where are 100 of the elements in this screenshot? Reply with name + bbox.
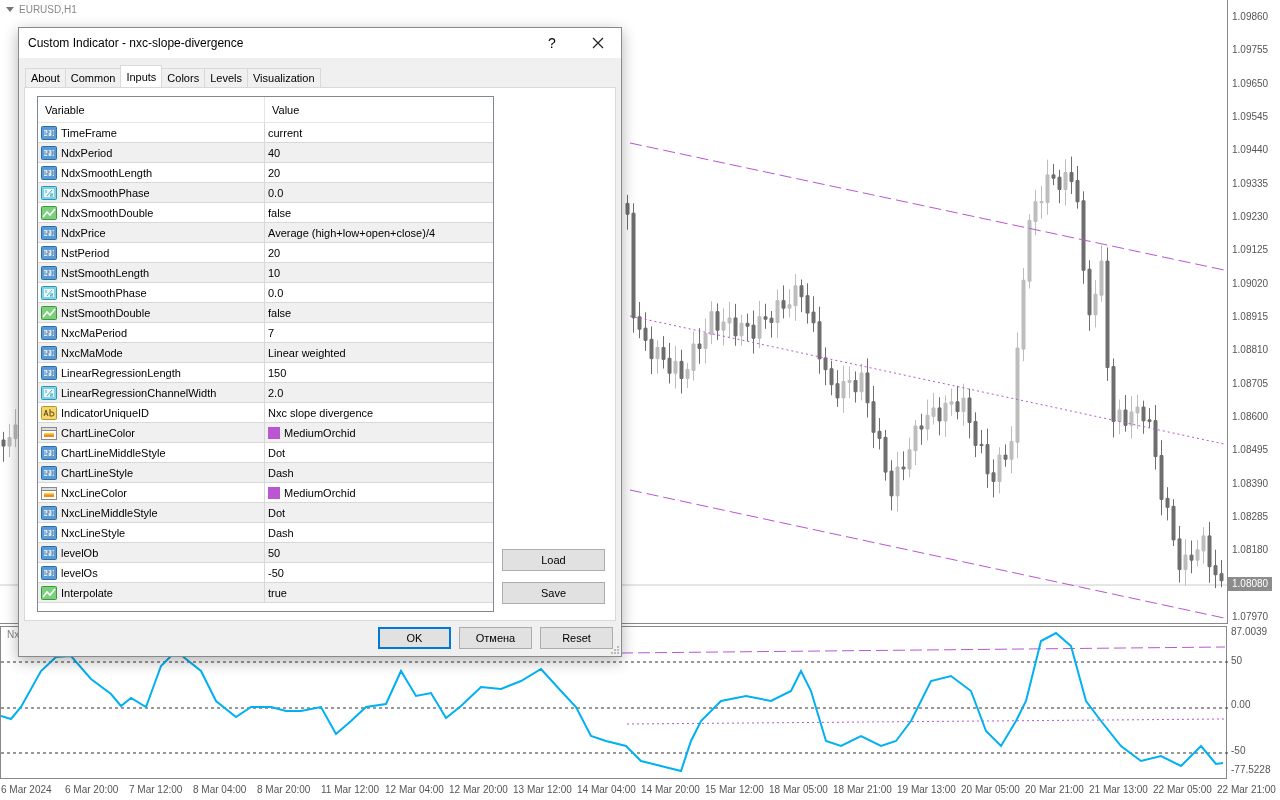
parameter-name: NstSmoothPhase [61,286,147,299]
parameter-name: ChartLineMiddleStyle [61,446,166,459]
time-label: 11 Mar 12:00 [321,784,381,795]
parameter-value[interactable]: Dot [268,446,286,459]
parameter-value[interactable]: Nxc slope divergence [268,406,374,419]
candlestick-drawing [1,408,18,463]
parameter-value[interactable]: current [268,126,303,139]
number-icon [41,465,57,480]
parameter-value[interactable]: Average (high+low+open+close)/4 [268,226,436,239]
time-label: 20 Mar 21:00 [1025,784,1085,795]
parameter-name: levelOs [61,566,98,579]
tab[interactable]: About [25,68,66,87]
time-label: 19 Mar 13:00 [897,784,957,795]
tab[interactable]: Visualization [246,68,321,87]
resize-grip-icon[interactable] [610,645,619,654]
parameter-value[interactable]: 2.0 [268,386,284,399]
parameter-value[interactable]: -50 [268,566,284,579]
price-label: 1.09335 [1231,176,1270,191]
parameter-name: NdxSmoothPhase [61,186,150,199]
parameter-value[interactable]: 7 [268,326,275,339]
parameter-name: NdxSmoothDouble [61,206,154,219]
time-label: 7 Mar 12:00 [129,784,184,795]
parameter-name: NdxPeriod [61,146,113,159]
parameter-value[interactable]: 50 [268,546,281,559]
number-icon [41,505,57,520]
price-label: 1.09020 [1231,276,1270,291]
time-label: 14 Mar 04:00 [577,784,637,795]
parameter-value[interactable]: Dash [268,526,294,539]
dialog-button[interactable]: Отмена [459,627,532,649]
parameter-value[interactable]: 40 [268,146,281,159]
parameter-value[interactable]: 150 [268,366,287,379]
indicator-scale-label: 0.00 [1231,699,1251,712]
indicator-scale-label: -77.5228 [1231,764,1271,776]
number-icon [41,145,57,160]
parameter-value[interactable]: Dot [268,506,286,519]
column-header[interactable]: Value [265,97,493,122]
time-label: 21 Mar 13:00 [1089,784,1149,795]
time-label: 12 Mar 04:00 [385,784,445,795]
price-label: 1.09650 [1231,76,1270,91]
time-label: 18 Mar 21:00 [833,784,893,795]
parameter-name: NxcMaPeriod [61,326,128,339]
current-price-badge: 1.08080 [1228,576,1273,591]
price-label: 1.08915 [1231,309,1270,324]
number-icon [41,345,57,360]
time-label: 6 Mar 2024 [1,784,53,795]
parameter-name: NxcLineMiddleStyle [61,506,158,519]
price-label: 1.09230 [1231,209,1270,224]
line-chart-icon [41,205,57,220]
line-chart-icon [41,305,57,320]
parameter-value[interactable]: 0.0 [268,186,284,199]
parameter-name: ChartLineStyle [61,466,134,479]
price-label: 1.08600 [1231,409,1270,424]
side-button[interactable]: Save [502,582,605,604]
parameter-name: ChartLineColor [61,426,135,439]
parameter-value[interactable]: 20 [268,166,281,179]
parameter-name: NxcLineStyle [61,526,126,539]
number-icon [41,245,57,260]
parameter-name: NxcLineColor [61,486,128,499]
number-icon [41,265,57,280]
parameter-value[interactable]: MediumOrchid [284,426,356,439]
indicator-scale-label: -50 [1231,744,1246,757]
time-label: 12 Mar 20:00 [449,784,509,795]
text-field-icon [41,405,57,420]
dialog-button[interactable]: OK [378,627,451,649]
time-label: 22 Mar 05:00 [1153,784,1213,795]
parameter-name: NstPeriod [61,246,110,259]
parameter-value[interactable]: false [268,206,292,219]
number-icon [41,445,57,460]
time-label: 14 Mar 20:00 [641,784,701,795]
parameter-value[interactable]: MediumOrchid [284,486,356,499]
help-button[interactable]: ? [529,28,575,58]
column-header[interactable]: Variable [38,97,265,122]
parameter-name: NstSmoothDouble [61,306,151,319]
price-label: 1.09755 [1231,43,1270,58]
dialog-button[interactable]: Reset [540,627,613,649]
parameter-name: LinearRegressionLength [61,366,181,379]
parameter-value[interactable]: true [268,586,287,599]
chart-symbol-label: EURUSD,H1 [19,4,77,15]
parameter-name: NstSmoothLength [61,266,150,279]
parameter-value[interactable]: 20 [268,246,281,259]
parameter-name: levelOb [61,546,99,559]
price-label: 1.08495 [1231,443,1270,458]
number-icon [41,125,57,140]
parameter-name: Interpolate [61,586,113,599]
side-button[interactable]: Load [502,549,605,571]
parameter-name: IndicatorUniqueID [61,406,150,419]
number-icon [41,365,57,380]
dropdown-icon[interactable] [6,7,14,12]
price-label: 1.08810 [1231,343,1270,358]
number-icon [41,225,57,240]
indicator-scale-label: 87.0039 [1231,626,1268,638]
parameter-value[interactable]: 10 [268,266,281,279]
parameter-value[interactable]: Dash [268,466,294,479]
price-label: 1.08390 [1231,476,1270,491]
parameter-value[interactable]: false [268,306,292,319]
parameter-value[interactable]: 0.0 [268,286,284,299]
tab[interactable]: Inputs [120,65,163,87]
parameter-value[interactable]: Linear weighted [268,346,346,359]
price-label: 1.09545 [1231,110,1270,124]
price-label: 1.08180 [1231,543,1270,558]
